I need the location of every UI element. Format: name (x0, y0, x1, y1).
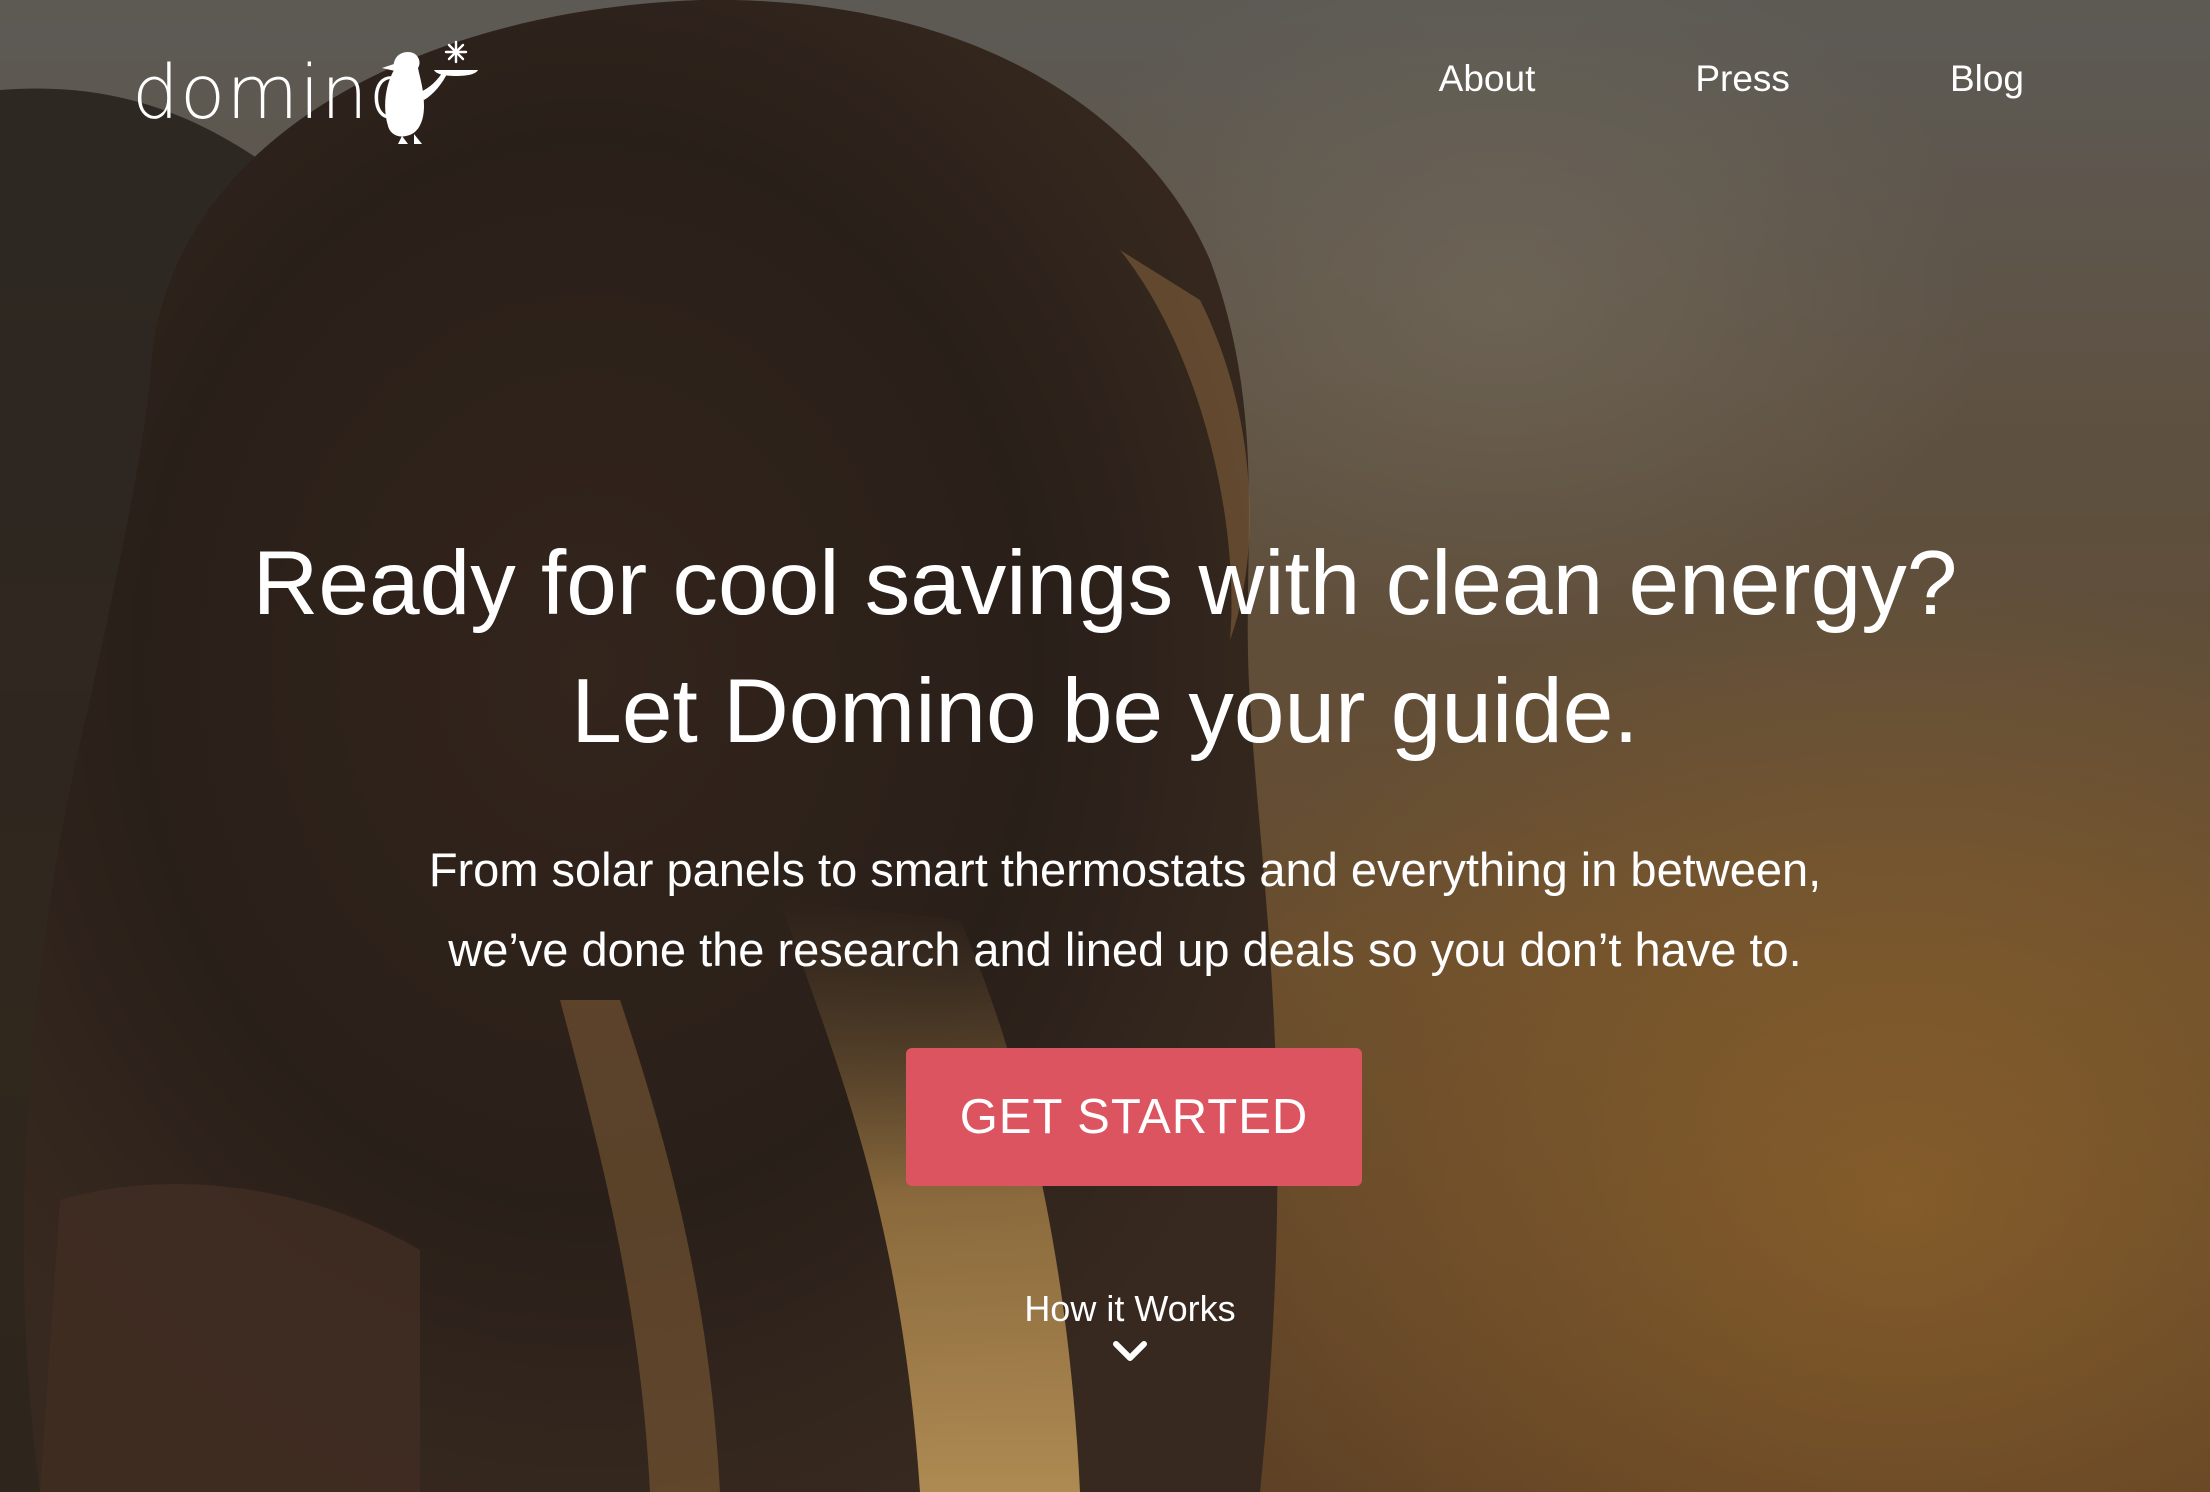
nav-link-press[interactable]: Press (1695, 58, 1790, 100)
hero-headline: Ready for cool savings with clean energy… (0, 520, 2210, 776)
subtext-line-1: From solar panels to smart thermostats a… (428, 843, 1822, 896)
penguin-waiter-icon (382, 40, 478, 144)
get-started-button[interactable]: GET STARTED (906, 1048, 1362, 1186)
hero-section: domino About Press Blog Ready for cool s… (0, 0, 2210, 1492)
subtext-line-2: we’ve done the research and lined up dea… (448, 923, 1802, 976)
how-it-works-label: How it Works (1024, 1288, 1236, 1329)
top-navigation: domino About Press Blog (0, 0, 2210, 170)
nav-links: About Press Blog (1279, 58, 2024, 100)
how-it-works-link[interactable]: How it Works (0, 1288, 2210, 1366)
domino-logo[interactable]: domino (132, 34, 492, 144)
hero-subtext: From solar panels to smart thermostats a… (0, 830, 2210, 990)
chevron-down-icon (1113, 1341, 1147, 1361)
headline-line-2: Let Domino be your guide. (571, 661, 1639, 762)
nav-link-blog[interactable]: Blog (1950, 58, 2024, 100)
headline-line-1: Ready for cool savings with clean energy… (252, 533, 1958, 634)
nav-link-about[interactable]: About (1439, 58, 1536, 100)
